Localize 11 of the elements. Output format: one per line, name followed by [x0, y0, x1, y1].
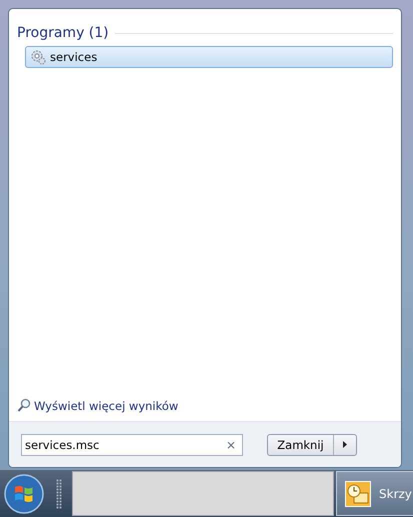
mail-clock-icon — [345, 480, 371, 506]
result-item[interactable]: services — [25, 46, 393, 68]
arrow-icon — [343, 441, 347, 448]
group-title: Programy (1) — [17, 25, 109, 41]
start-button[interactable] — [4, 474, 44, 514]
search-field[interactable]: services.msc × — [21, 434, 243, 456]
search-icon — [17, 398, 31, 413]
more-results-link[interactable]: Wyświetl więcej wyników — [34, 398, 178, 412]
clear-button[interactable]: × — [226, 438, 236, 452]
gear-icon — [30, 49, 46, 65]
taskbar-button[interactable]: Skrzy — [336, 471, 413, 516]
